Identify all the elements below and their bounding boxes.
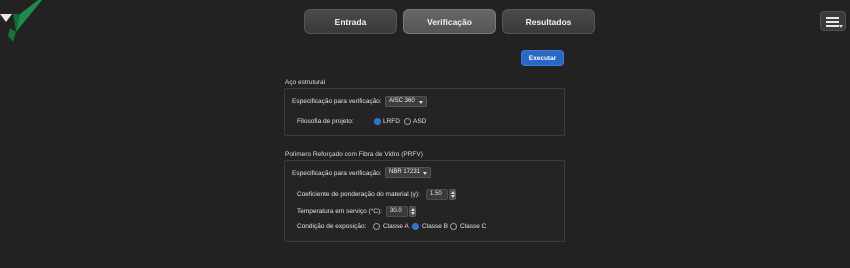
- radio-asd[interactable]: [404, 118, 411, 125]
- tab-verificacao[interactable]: Verificação: [403, 9, 496, 34]
- hamburger-icon: [826, 17, 839, 19]
- chevron-down-icon: [419, 101, 423, 104]
- execute-button[interactable]: Executar: [521, 50, 564, 66]
- radio-classe-a-label: Classe A: [383, 223, 409, 230]
- gfrp-temp-label: Temperatura em serviço (°C):: [297, 208, 382, 215]
- gfrp-section-title: Polímero Reforçado com Fibra de Vidro (P…: [285, 151, 423, 158]
- steel-spec-value: AISC 360: [389, 98, 415, 104]
- steel-spec-select[interactable]: AISC 360: [385, 96, 427, 107]
- radio-lrfd-label: LRFD: [383, 118, 400, 125]
- gfrp-coef-label: Coeficiente de ponderação do material (γ…: [297, 191, 420, 198]
- app-window: Entrada Verificação Resultados Executar …: [0, 0, 850, 268]
- radio-classe-c[interactable]: [450, 223, 457, 230]
- steel-philosophy-label: Filosofia de projeto:: [297, 118, 354, 125]
- chevron-down-icon: [423, 172, 427, 175]
- radio-asd-label: ASD: [413, 118, 427, 125]
- radio-classe-c-label: Classe C: [460, 223, 487, 230]
- stepper-down-icon: [451, 195, 455, 198]
- gfrp-coef-input[interactable]: 1.50: [426, 189, 448, 200]
- gfrp-spec-select[interactable]: NBR 17231: [385, 167, 431, 178]
- stepper-down-icon: [411, 212, 415, 215]
- stepper-up-icon: [411, 208, 415, 211]
- chevron-down-icon: [839, 25, 843, 28]
- steel-section-title: Aço estrutural: [285, 79, 326, 86]
- gfrp-spec-value: NBR 17231: [389, 169, 421, 175]
- steel-spec-label: Especificação para verificação:: [292, 98, 382, 105]
- main-tabs: Entrada Verificação Resultados: [304, 9, 595, 34]
- gfrp-spec-label: Especificação para verificação:: [292, 170, 382, 177]
- tab-resultados[interactable]: Resultados: [502, 9, 595, 34]
- gfrp-exposure-label: Condição de exposição:: [297, 223, 367, 230]
- tab-entrada[interactable]: Entrada: [304, 9, 397, 34]
- radio-lrfd[interactable]: [374, 118, 381, 125]
- app-logo: [0, 0, 42, 42]
- gfrp-coef-stepper[interactable]: [449, 189, 456, 200]
- radio-classe-b[interactable]: [412, 223, 419, 230]
- radio-classe-b-label: Classe B: [422, 223, 449, 230]
- gfrp-temp-input[interactable]: 30.0: [386, 206, 408, 217]
- hamburger-menu-button[interactable]: [820, 11, 846, 31]
- gfrp-temp-stepper[interactable]: [409, 206, 416, 217]
- radio-classe-a[interactable]: [373, 223, 380, 230]
- stepper-up-icon: [451, 191, 455, 194]
